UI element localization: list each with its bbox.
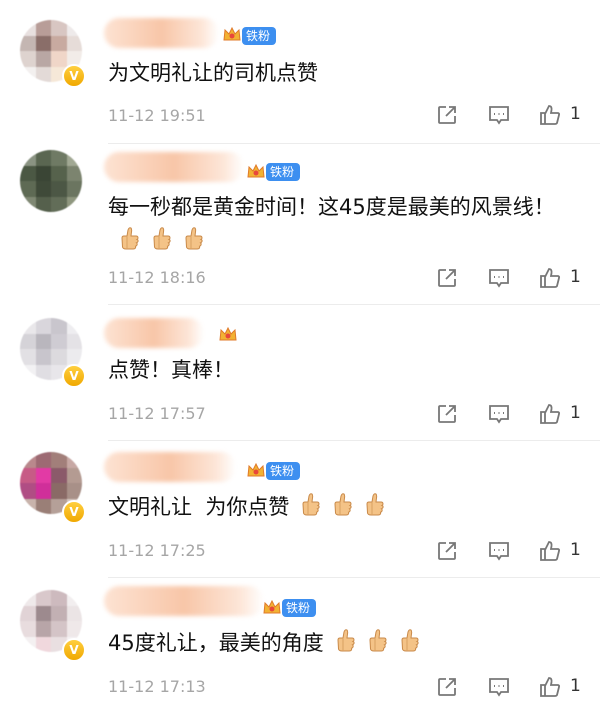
fan-badge: 铁粉 <box>282 599 317 617</box>
like-icon[interactable] <box>538 539 562 563</box>
like-count: 1 <box>570 104 581 124</box>
thumbs-up-emoji <box>334 628 356 654</box>
thumbs-up-emoji <box>363 492 385 518</box>
share-icon[interactable] <box>435 103 459 127</box>
divider <box>108 577 600 578</box>
crown-icon <box>219 326 237 341</box>
comment-time: 11-12 18:16 <box>108 268 206 287</box>
comment-text: 文明礼让 为你点赞 <box>108 490 578 524</box>
like-count: 1 <box>570 540 581 560</box>
fan-badge: 铁粉 <box>266 163 301 181</box>
like-icon[interactable] <box>538 103 562 127</box>
comment-icon[interactable] <box>487 402 511 426</box>
share-icon[interactable] <box>435 402 459 426</box>
comment-text: 点赞！真棒！ <box>108 358 234 382</box>
thumbs-up-emoji-group <box>289 492 385 519</box>
comment-text: 45度礼让，最美的角度 <box>108 626 578 660</box>
share-icon[interactable] <box>435 675 459 699</box>
comment-text-content: 文明礼让 为你点赞 <box>108 495 290 519</box>
crown-icon <box>263 599 281 614</box>
thumbs-up-emoji <box>182 226 204 252</box>
username-hidden[interactable] <box>104 452 236 482</box>
like-count: 1 <box>570 267 581 287</box>
thumbs-up-emoji <box>331 492 353 518</box>
comment-icon[interactable] <box>487 675 511 699</box>
crown-icon <box>247 462 265 477</box>
comment-time: 11-12 17:13 <box>108 677 206 696</box>
thumbs-up-emoji <box>398 628 420 654</box>
comment-text: 每一秒都是黄金时间！这45度是最美的风景线！ <box>108 190 578 258</box>
like-icon[interactable] <box>538 402 562 426</box>
thumbs-up-emoji <box>150 226 172 252</box>
comment-time: 11-12 19:51 <box>108 106 206 125</box>
crown-icon <box>247 163 265 178</box>
comment-text: 为文明礼让的司机点赞 <box>108 61 318 85</box>
comment-icon[interactable] <box>487 103 511 127</box>
thumbs-up-emoji <box>118 226 140 252</box>
comment-icon[interactable] <box>487 266 511 290</box>
share-icon[interactable] <box>435 266 459 290</box>
like-icon[interactable] <box>538 266 562 290</box>
comment-icon[interactable] <box>487 539 511 563</box>
share-icon[interactable] <box>435 539 459 563</box>
avatar[interactable] <box>20 150 82 212</box>
divider <box>108 304 600 305</box>
comment-time: 11-12 17:57 <box>108 404 206 423</box>
divider <box>108 143 600 144</box>
username-hidden[interactable] <box>104 18 219 48</box>
thumbs-up-emoji <box>299 492 321 518</box>
like-count: 1 <box>570 403 581 423</box>
verified-icon: V <box>62 500 86 524</box>
thumbs-up-emoji-group <box>108 226 204 253</box>
comment-time: 11-12 17:25 <box>108 541 206 560</box>
like-icon[interactable] <box>538 675 562 699</box>
comment-text-content: 45度礼让，最美的角度 <box>108 631 324 655</box>
username-hidden[interactable] <box>104 318 204 348</box>
thumbs-up-emoji-group <box>324 628 420 655</box>
thumbs-up-emoji <box>366 628 388 654</box>
crown-icon <box>223 26 241 41</box>
username-hidden[interactable] <box>104 586 264 616</box>
verified-icon: V <box>62 364 86 388</box>
verified-icon: V <box>62 638 86 662</box>
username-hidden[interactable] <box>104 152 244 182</box>
like-count: 1 <box>570 676 581 696</box>
fan-badge: 铁粉 <box>266 462 301 480</box>
fan-badge: 铁粉 <box>242 27 277 45</box>
comment-text-content: 每一秒都是黄金时间！这45度是最美的风景线！ <box>108 195 555 219</box>
verified-icon: V <box>62 64 86 88</box>
divider <box>108 440 600 441</box>
